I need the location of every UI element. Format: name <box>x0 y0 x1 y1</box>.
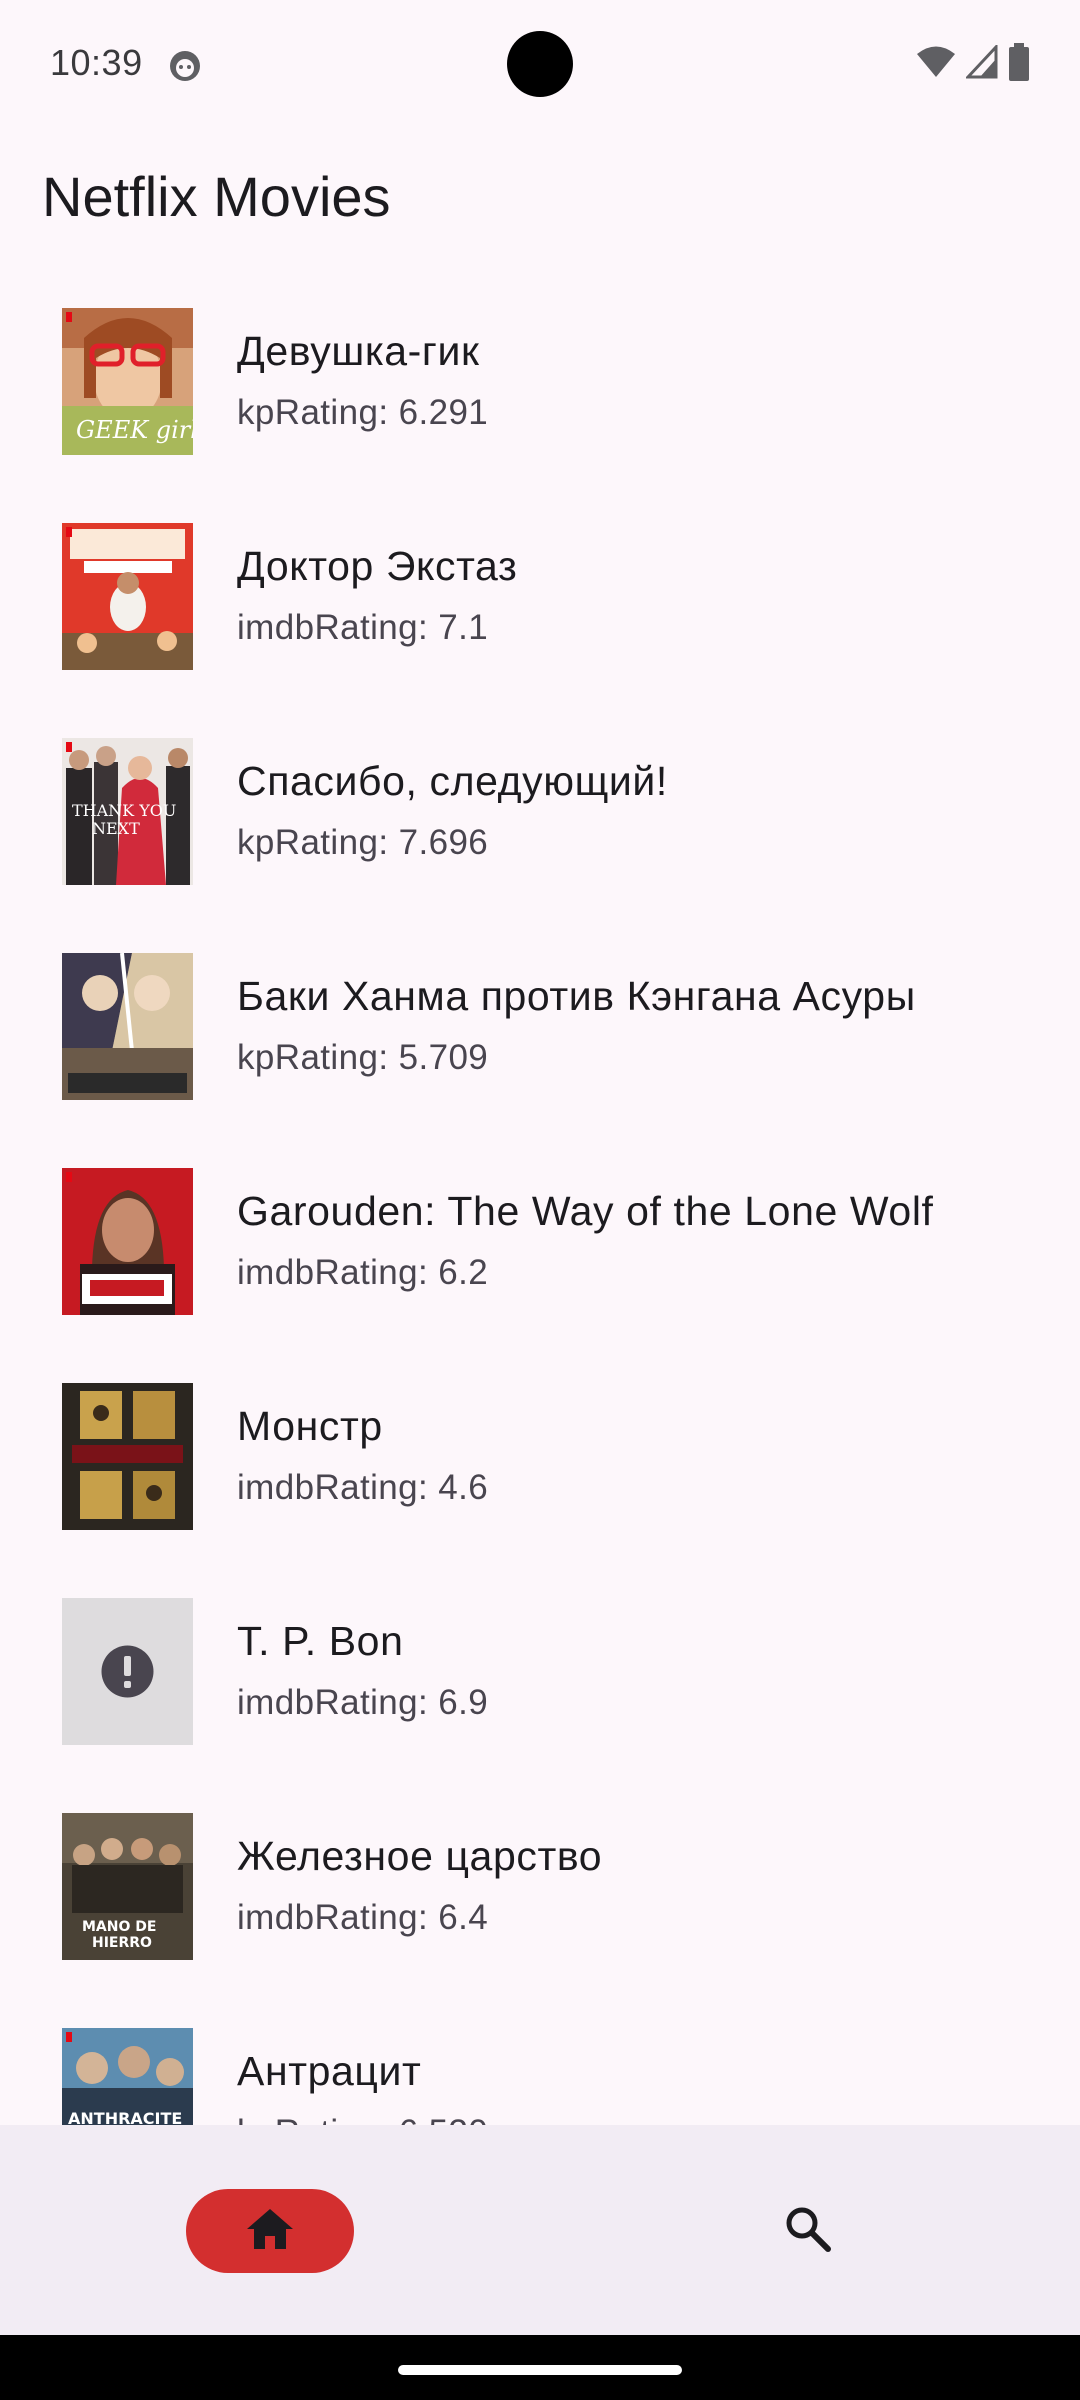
movie-poster-placeholder <box>62 1598 193 1745</box>
movie-rating: kpRating: 6.530 <box>237 2113 488 2125</box>
system-gesture-bar <box>0 2335 1080 2400</box>
movie-title: Антрацит <box>237 2048 422 2094</box>
movie-rating: imdbRating: 4.6 <box>237 1468 489 1507</box>
movie-title: Баки Ханма против Кэнгана Асуры <box>237 973 916 1019</box>
movie-list-item[interactable]: Garouden: The Way of the Lone Wolf imdbR… <box>0 1140 1080 1355</box>
svg-text:NEXT: NEXT <box>92 819 140 838</box>
movie-list-item[interactable]: T. P. Bon imdbRating: 6.9 <box>0 1570 1080 1785</box>
movie-rating: imdbRating: 7.1 <box>237 608 489 647</box>
bottom-navigation-bar <box>0 2125 1080 2335</box>
movie-list-item[interactable]: MANO DE HIERRO Железное царство imdbRati… <box>0 1785 1080 2000</box>
movie-list-item[interactable]: Монстр imdbRating: 4.6 <box>0 1355 1080 1570</box>
movie-title: Спасибо, следующий! <box>237 758 668 804</box>
movie-rating: kpRating: 6.291 <box>237 393 489 432</box>
movie-title: Garouden: The Way of the Lone Wolf <box>237 1188 934 1234</box>
movie-rating: kpRating: 5.709 <box>237 1038 489 1077</box>
movie-title: Монстр <box>237 1403 383 1449</box>
home-icon <box>245 2207 295 2256</box>
svg-text:HIERRO: HIERRO <box>92 1935 152 1951</box>
status-time: 10:39 <box>50 42 143 83</box>
search-icon <box>783 2204 833 2259</box>
movie-rating: imdbRating: 6.9 <box>237 1683 489 1722</box>
movie-list[interactable]: GEEK girl Девушка-гик kpRating: 6.291 До… <box>0 280 1080 2125</box>
movie-rating: imdbRating: 6.4 <box>237 1898 489 1937</box>
svg-text:MANO DE: MANO DE <box>82 1919 156 1935</box>
nav-home-button[interactable] <box>186 2189 354 2273</box>
movie-list-item[interactable]: THANK YOU NEXT Спасибо, следующий! kpRat… <box>0 710 1080 925</box>
status-icons <box>916 42 1030 86</box>
movie-poster: THANK YOU NEXT <box>62 738 193 885</box>
movie-poster: MANO DE HIERRO <box>62 1813 193 1960</box>
movie-list-item[interactable]: ANTHRACITE Антрацит kpRating: 6.530 <box>0 2000 1080 2125</box>
assistant-face-icon <box>168 49 202 83</box>
page-title: Netflix Movies <box>42 165 391 228</box>
camera-cutout <box>507 31 573 97</box>
wifi-icon <box>916 45 956 84</box>
movie-title: Железное царство <box>237 1833 603 1879</box>
svg-text:ANTHRACITE: ANTHRACITE <box>68 2109 182 2125</box>
status-bar: 10:39 <box>0 0 1080 130</box>
movie-rating: kpRating: 7.696 <box>237 823 489 862</box>
movie-poster: ANTHRACITE <box>62 2028 193 2125</box>
movie-list-item[interactable]: Доктор Экстаз imdbRating: 7.1 <box>0 495 1080 710</box>
movie-poster: GEEK girl <box>62 308 193 455</box>
movie-title: Девушка-гик <box>237 328 480 374</box>
movie-poster <box>62 1168 193 1315</box>
svg-text:THANK YOU: THANK YOU <box>72 801 176 820</box>
nav-search-button[interactable] <box>758 2189 858 2273</box>
error-icon <box>62 1598 193 1745</box>
movie-title: T. P. Bon <box>237 1618 404 1664</box>
movie-title: Доктор Экстаз <box>237 543 518 589</box>
movie-list-item[interactable]: Баки Ханма против Кэнгана Асуры kpRating… <box>0 925 1080 1140</box>
cellular-signal-icon <box>964 42 998 84</box>
movie-list-item[interactable]: GEEK girl Девушка-гик kpRating: 6.291 <box>0 280 1080 495</box>
movie-poster <box>62 1383 193 1530</box>
svg-text:GEEK girl: GEEK girl <box>76 416 193 444</box>
battery-icon <box>1008 42 1030 86</box>
gesture-handle[interactable] <box>398 2365 682 2375</box>
movie-poster <box>62 953 193 1100</box>
movie-poster <box>62 523 193 670</box>
movie-rating: imdbRating: 6.2 <box>237 1253 489 1292</box>
